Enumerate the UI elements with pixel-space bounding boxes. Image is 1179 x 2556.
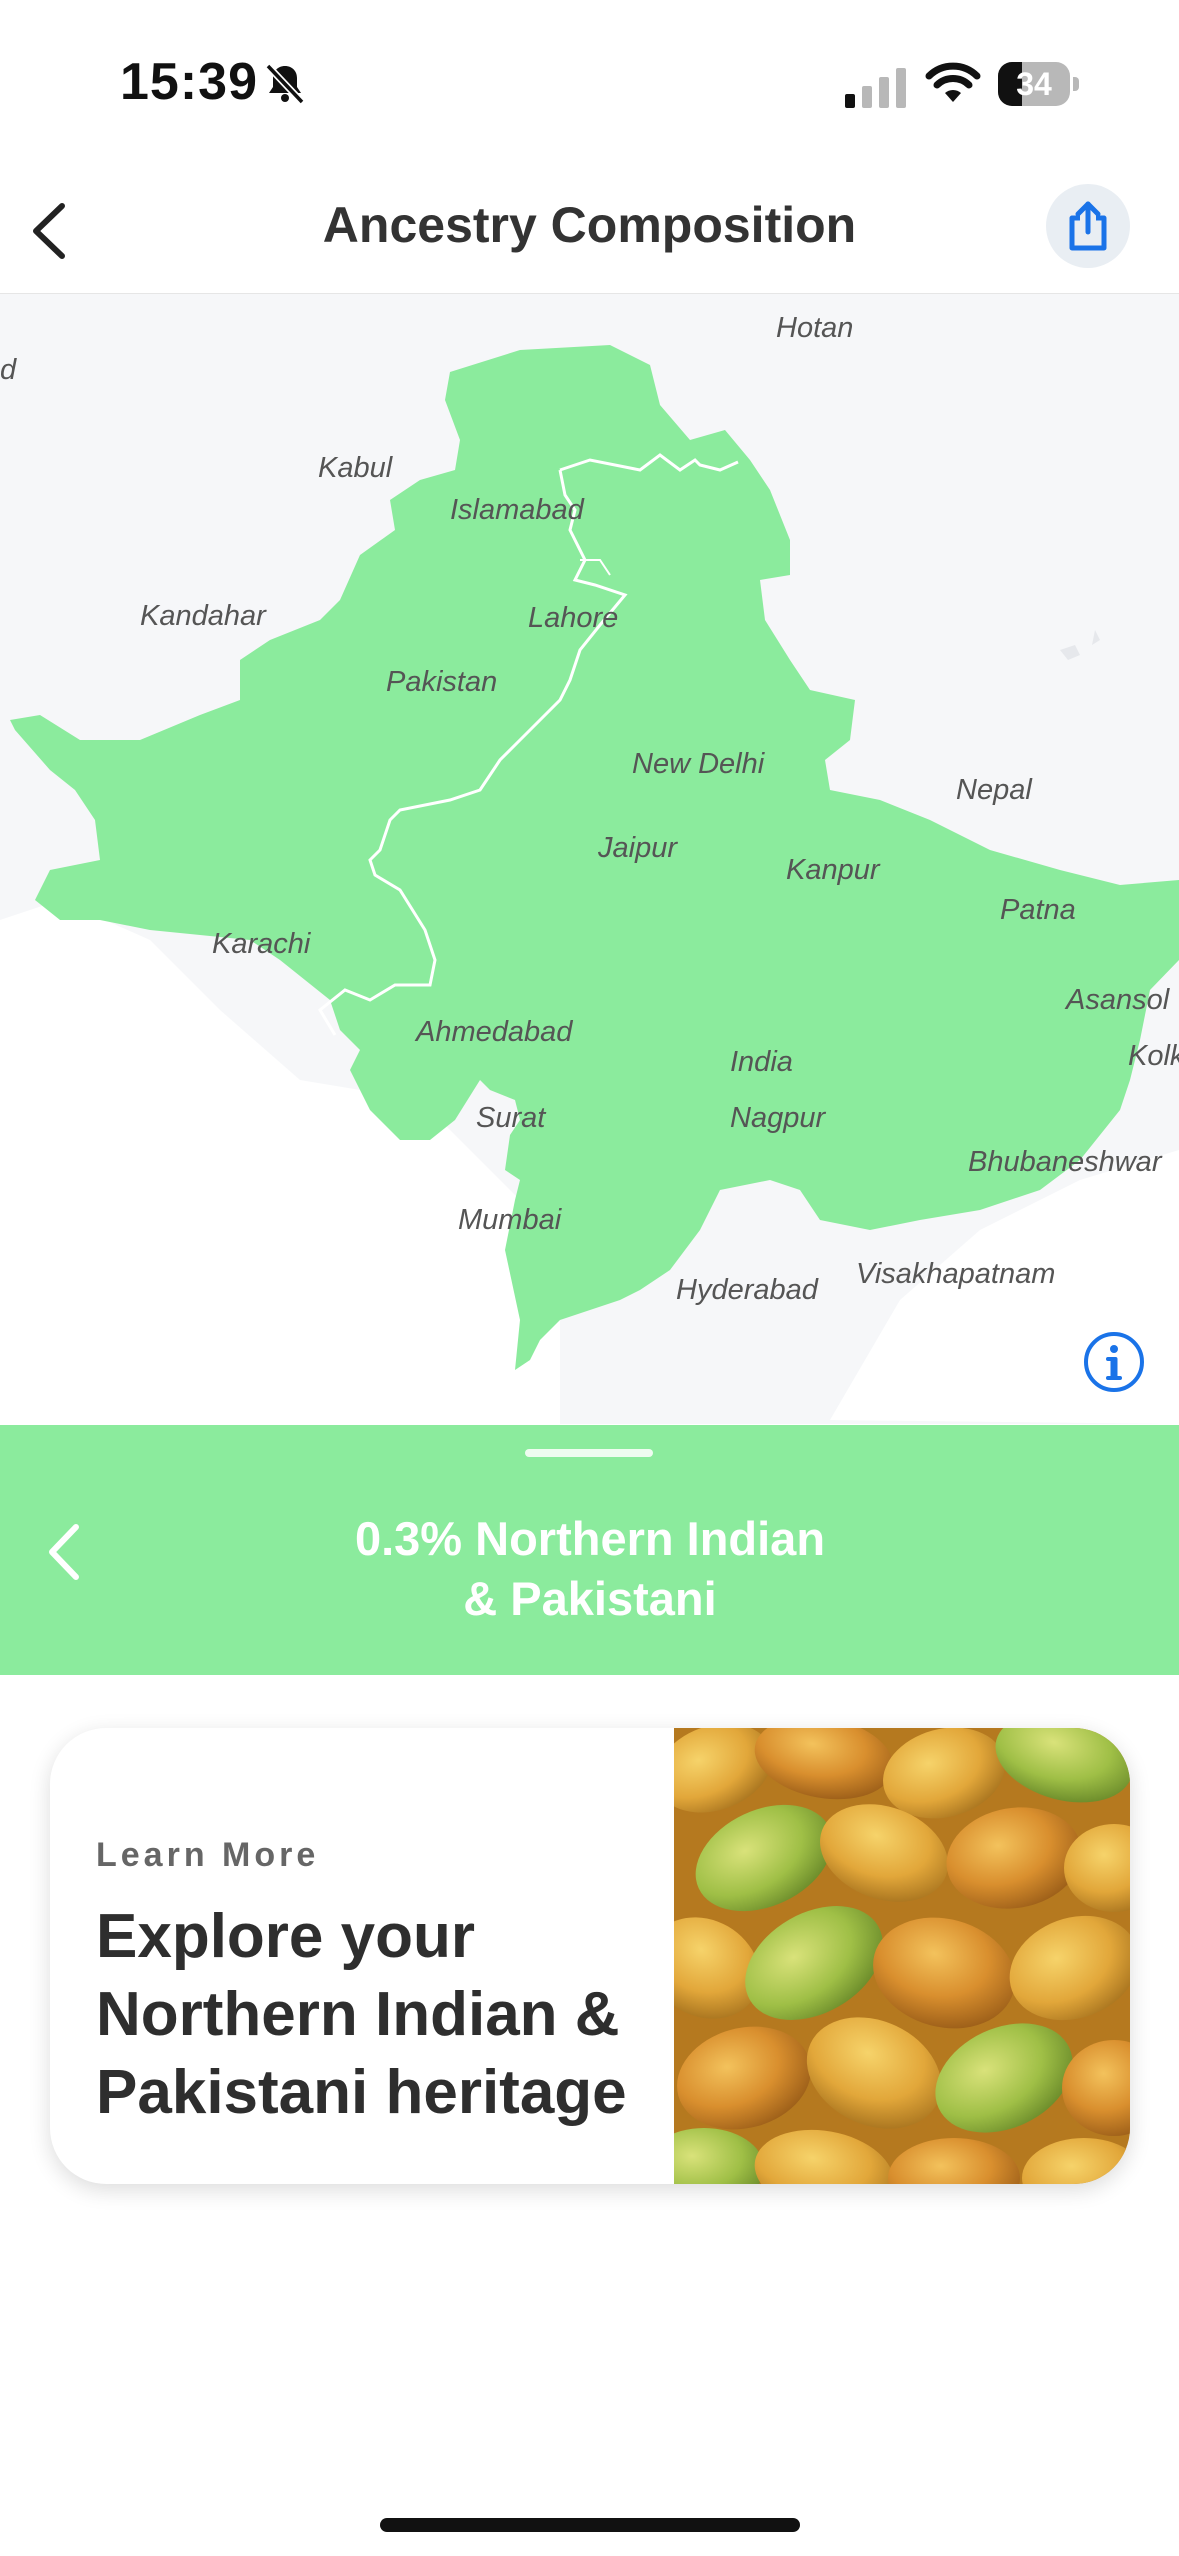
map-label-edge-fragment: d — [0, 354, 17, 386]
card-eyebrow: Learn More — [96, 1836, 320, 1874]
cellular-signal-icon — [845, 68, 906, 108]
map-label-new-delhi: New Delhi — [632, 748, 765, 780]
map-label-kabul: Kabul — [318, 452, 393, 484]
region-title-line2: & Pakistani — [463, 1572, 717, 1625]
status-time: 15:39 — [120, 53, 258, 111]
navigation-header: Ancestry Composition — [0, 160, 1179, 294]
map-label-nepal: Nepal — [956, 774, 1032, 806]
share-icon — [1069, 201, 1107, 251]
status-bar: 15:39 34 — [0, 0, 1179, 160]
page-title: Ancestry Composition — [322, 197, 857, 253]
map-label-islamabad: Islamabad — [450, 494, 584, 526]
map-label-ahmedabad: Ahmedabad — [416, 1016, 573, 1048]
map-label-hyderabad: Hyderabad — [676, 1274, 818, 1306]
map-label-bhubaneswar: Bhubaneshwar — [968, 1146, 1162, 1178]
map-label-surat: Surat — [476, 1102, 546, 1134]
chevron-left-icon[interactable] — [40, 1517, 90, 1587]
ancestry-map[interactable]: Hotan d Kabul Islamabad Kandahar Lahore … — [0, 294, 1179, 1424]
map-label-lahore: Lahore — [528, 602, 619, 634]
map-label-hotan: Hotan — [776, 312, 854, 344]
map-label-kanpur: Kanpur — [786, 854, 880, 886]
map-label-kandahar: Kandahar — [140, 600, 266, 632]
learn-more-card[interactable]: Learn More Explore your Northern Indian … — [50, 1728, 1130, 2184]
region-title-line1: 0.3% Northern Indian — [354, 1512, 826, 1565]
card-heading: Explore your Northern Indian & Pakistani… — [96, 1902, 627, 2127]
map-label-visakhapatnam: Visakhapatnam — [856, 1258, 1056, 1290]
map-label-india: India — [730, 1046, 793, 1078]
battery-icon: 34 — [998, 62, 1080, 108]
wifi-icon — [925, 62, 981, 102]
sheet-grabber[interactable] — [525, 1449, 653, 1457]
map-label-patna: Patna — [1000, 894, 1076, 926]
map-label-asansol: Asansol — [1066, 984, 1170, 1016]
map-background — [0, 345, 1179, 1424]
region-title: 0.3% Northern Indian & Pakistani — [230, 1509, 950, 1629]
map-label-nagpur: Nagpur — [730, 1102, 826, 1134]
map-label-pakistan: Pakistan — [386, 666, 498, 698]
map-label-jaipur: Jaipur — [598, 832, 677, 864]
map-label-kolkata: Kolk — [1128, 1040, 1179, 1072]
map-label-mumbai: Mumbai — [458, 1204, 562, 1236]
info-circle-icon[interactable] — [1082, 1330, 1146, 1394]
map-label-karachi: Karachi — [212, 928, 311, 960]
bell-slash-icon — [265, 63, 305, 105]
region-sheet-header[interactable]: 0.3% Northern Indian & Pakistani — [0, 1425, 1179, 1675]
mangoes-photo — [674, 1728, 1130, 2184]
home-indicator[interactable] — [380, 2518, 800, 2532]
battery-level: 34 — [1016, 66, 1052, 102]
share-button[interactable] — [1046, 184, 1130, 268]
